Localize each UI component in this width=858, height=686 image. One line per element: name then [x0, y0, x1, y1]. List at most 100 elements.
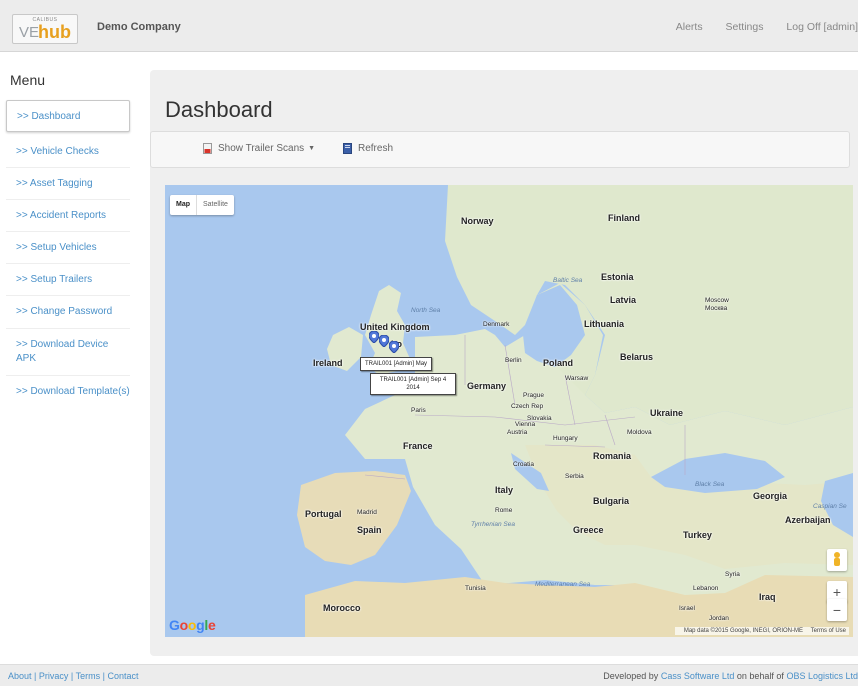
terms-of-use-link[interactable]: Terms of Use — [811, 628, 846, 634]
map-type-map[interactable]: Map — [170, 195, 196, 215]
label-croatia: Croatia — [513, 461, 534, 468]
map-callout[interactable]: TRAIL001 [Admin] May — [360, 357, 433, 371]
label-mediterranean-sea: Mediterranean Sea — [535, 581, 591, 588]
label-israel: Israel — [679, 605, 695, 612]
label-ireland: Ireland — [313, 358, 343, 368]
label-jordan: Jordan — [709, 615, 729, 622]
label-romania: Romania — [593, 451, 632, 461]
footer-credits: Developed by Cass Software Ltd on behalf… — [603, 671, 858, 681]
refresh-button[interactable]: Refresh — [343, 143, 393, 154]
attribution-text: Map data ©2015 Google, INEGI, ORION-ME — [683, 628, 803, 634]
alerts-link[interactable]: Alerts — [676, 21, 703, 33]
label-czech: Czech Rep — [511, 403, 544, 410]
label-spain: Spain — [357, 525, 382, 535]
label-finland: Finland — [608, 213, 640, 223]
label-madrid: Madrid — [357, 509, 377, 516]
label-france: France — [403, 441, 433, 451]
client-link[interactable]: OBS Logistics Ltd — [786, 671, 858, 681]
sidebar-item-change-password[interactable]: >> Change Password — [6, 296, 130, 329]
on-behalf-text: on behalf of — [736, 671, 784, 681]
privacy-link[interactable]: Privacy — [39, 671, 69, 681]
sidebar-item-asset-tagging[interactable]: >> Asset Tagging — [6, 168, 130, 200]
settings-link[interactable]: Settings — [726, 21, 764, 33]
show-trailer-scans-label: Show Trailer Scans — [218, 143, 305, 154]
sidebar: Menu >> Dashboard >> Vehicle Checks >> A… — [6, 60, 142, 408]
map-marker-icon[interactable] — [369, 331, 379, 343]
label-rome: Rome — [495, 507, 513, 514]
map-view[interactable]: Map Satellite Norway Finland Estonia Lat… — [165, 185, 853, 637]
map-marker-icon[interactable] — [389, 341, 399, 353]
sidebar-item-vehicle-checks[interactable]: >> Vehicle Checks — [6, 136, 130, 168]
sidebar-item-download-templates[interactable]: >> Download Template(s) — [6, 376, 130, 408]
refresh-icon — [343, 143, 352, 154]
label-moscow-local: Москва — [705, 305, 728, 312]
top-nav: Alerts Settings Log Off [admin] — [656, 21, 858, 33]
label-lebanon: Lebanon — [693, 585, 719, 592]
map-callout[interactable]: TRAIL001 [Admin] Sep 4 2014 — [370, 373, 456, 395]
show-trailer-scans-button[interactable]: Show Trailer Scans ▼ — [203, 143, 315, 154]
menu-title: Menu — [10, 72, 46, 88]
label-germany: Germany — [467, 381, 507, 391]
sidebar-item-download-apk[interactable]: >> Download Device APK — [6, 329, 130, 376]
chevron-down-icon: ▼ — [308, 145, 316, 152]
label-prague: Prague — [523, 392, 544, 399]
company-name: Demo Company — [97, 21, 181, 33]
label-portugal: Portugal — [305, 509, 342, 519]
sidebar-item-setup-trailers[interactable]: >> Setup Trailers — [6, 264, 130, 296]
about-link[interactable]: About — [8, 671, 32, 681]
developed-by-text: Developed by — [603, 671, 659, 681]
sidebar-item-dashboard[interactable]: >> Dashboard — [6, 100, 130, 132]
label-serbia: Serbia — [565, 473, 584, 480]
label-italy: Italy — [495, 485, 514, 495]
label-estonia: Estonia — [601, 272, 634, 282]
label-latvia: Latvia — [610, 295, 637, 305]
label-vienna: Vienna — [515, 421, 536, 428]
top-bar: CALIBUS VE hub Demo Company Alerts Setti… — [0, 0, 858, 52]
footer-links: About | Privacy | Terms | Contact — [8, 671, 139, 681]
footer: About | Privacy | Terms | Contact Develo… — [0, 664, 858, 686]
label-morocco: Morocco — [323, 603, 361, 613]
label-warsaw: Warsaw — [565, 375, 589, 382]
label-ukraine: Ukraine — [650, 408, 684, 418]
map-land — [297, 185, 853, 637]
label-paris: Paris — [411, 407, 426, 414]
label-greece: Greece — [573, 525, 604, 535]
street-view-pegman-icon[interactable] — [827, 549, 847, 571]
contact-link[interactable]: Contact — [107, 671, 138, 681]
sidebar-item-setup-vehicles[interactable]: >> Setup Vehicles — [6, 232, 130, 264]
vehub-logo[interactable]: CALIBUS VE hub — [12, 14, 78, 44]
page-title: Dashboard — [165, 97, 273, 122]
developer-link[interactable]: Cass Software Ltd — [661, 671, 735, 681]
map-type-control: Map Satellite — [170, 195, 234, 215]
terms-link[interactable]: Terms — [76, 671, 101, 681]
map-attribution: Map data ©2015 Google, INEGI, ORION-ME T… — [674, 627, 849, 635]
label-bulgaria: Bulgaria — [593, 496, 630, 506]
logo-hub-text: hub — [38, 22, 71, 42]
label-belarus: Belarus — [620, 352, 654, 362]
label-north-sea: North Sea — [411, 307, 441, 314]
label-baltic-sea: Baltic Sea — [553, 277, 583, 284]
label-moscow: Moscow — [705, 297, 729, 304]
label-tyrrhenian-sea: Tyrrhenian Sea — [471, 521, 515, 528]
label-caspian-sea: Caspian Se — [813, 503, 847, 510]
label-hungary: Hungary — [553, 435, 578, 442]
label-moldova: Moldova — [627, 429, 652, 436]
zoom-out-button[interactable]: − — [827, 599, 847, 621]
map-type-satellite[interactable]: Satellite — [196, 195, 234, 215]
label-poland: Poland — [543, 358, 574, 368]
label-iraq: Iraq — [759, 592, 776, 602]
log-off-link[interactable]: Log Off [admin] — [786, 21, 858, 33]
label-norway: Norway — [461, 216, 494, 226]
label-lithuania: Lithuania — [584, 319, 624, 329]
label-turkey: Turkey — [683, 530, 712, 540]
toolbar: Show Trailer Scans ▼ Refresh — [150, 131, 850, 168]
label-azerbaijan: Azerbaijan — [785, 515, 831, 525]
label-denmark: Denmark — [483, 321, 510, 328]
label-black-sea: Black Sea — [695, 481, 725, 488]
google-logo: Google — [169, 617, 216, 633]
logo-ve-text: VE — [19, 24, 40, 41]
map-marker-icon[interactable] — [379, 335, 389, 347]
scans-icon — [203, 143, 212, 154]
sidebar-item-accident-reports[interactable]: >> Accident Reports — [6, 200, 130, 232]
label-syria: Syria — [725, 571, 740, 578]
